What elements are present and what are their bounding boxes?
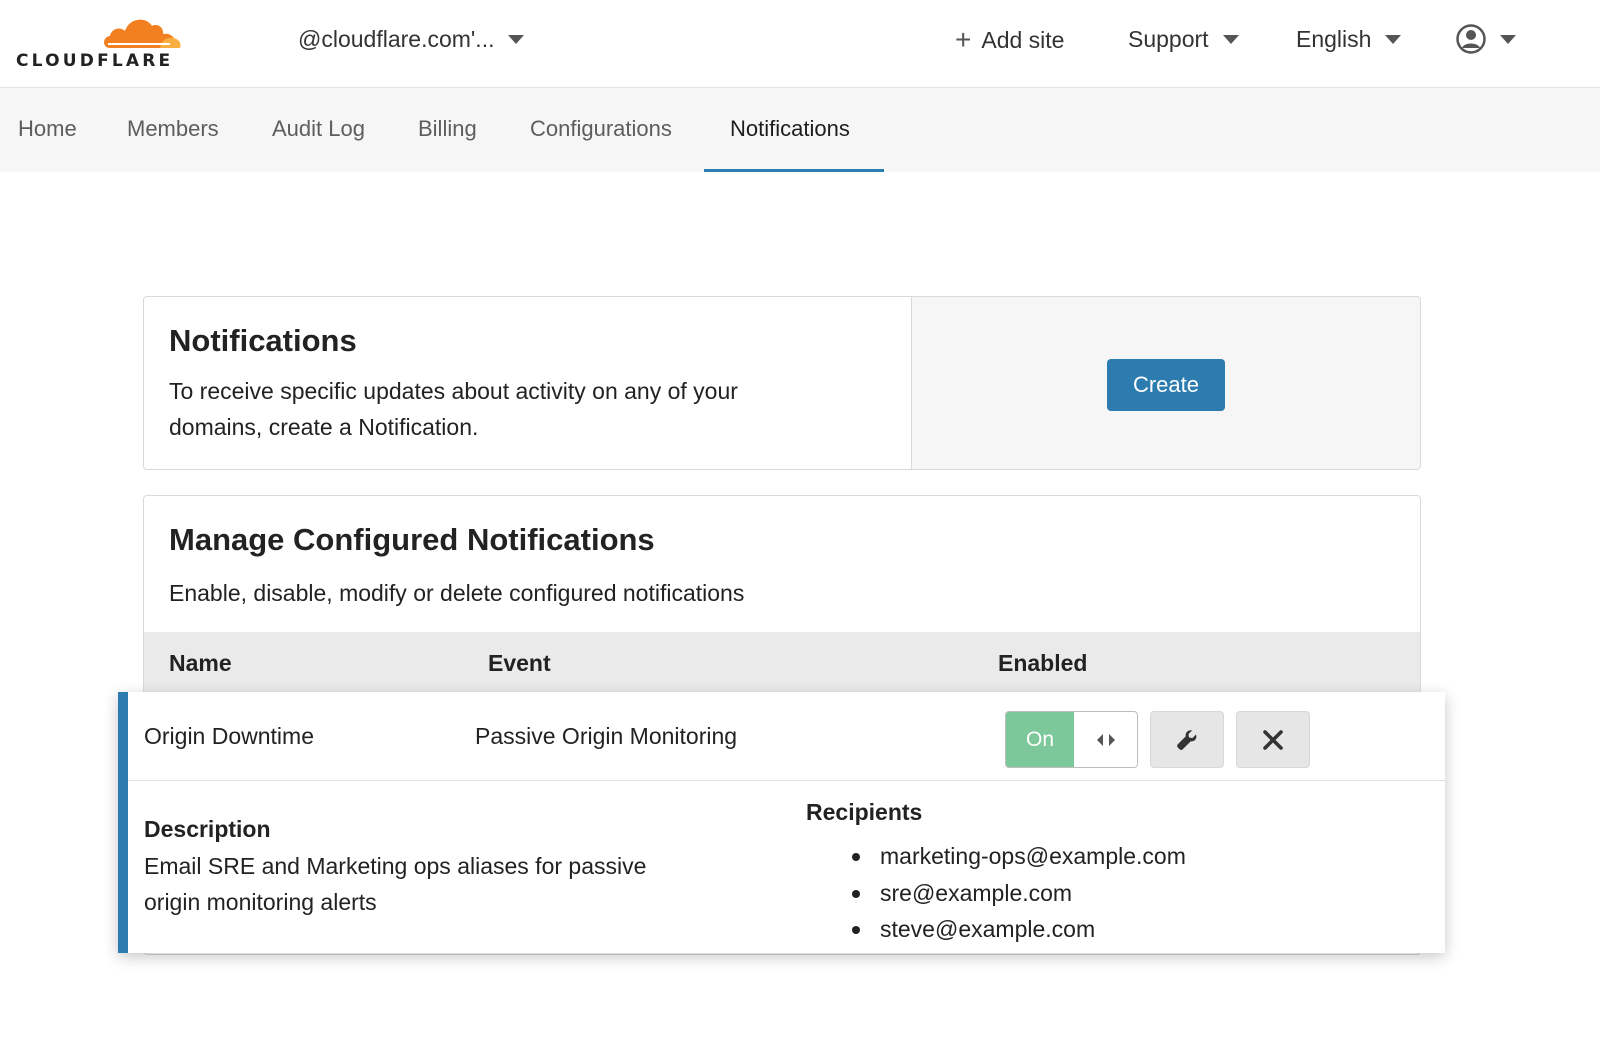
- add-site-label: Add site: [981, 26, 1065, 53]
- list-item: marketing-ops@example.com: [852, 838, 1186, 875]
- support-dropdown[interactable]: Support: [1128, 26, 1239, 53]
- bullet-icon: [852, 926, 860, 934]
- language-dropdown[interactable]: English: [1296, 26, 1402, 53]
- tab-home[interactable]: Home: [18, 88, 77, 172]
- manage-title: Manage Configured Notifications: [169, 522, 655, 557]
- language-label: English: [1296, 26, 1372, 52]
- notifications-description-line2: domains, create a Notification.: [169, 414, 479, 440]
- tab-configurations[interactable]: Configurations: [530, 88, 672, 172]
- add-site-button[interactable]: + Add site: [955, 26, 1064, 54]
- description-line1: Email SRE and Marketing ops aliases for …: [144, 853, 647, 879]
- manage-description: Enable, disable, modify or delete config…: [169, 580, 745, 606]
- table-row-summary: Origin Downtime Passive Origin Monitorin…: [128, 692, 1445, 781]
- chevron-down-icon: [1385, 35, 1402, 44]
- account-label: @cloudflare.com'...: [298, 26, 495, 52]
- account-dropdown[interactable]: @cloudflare.com'...: [298, 26, 525, 53]
- cloudflare-logo-icon: [104, 19, 181, 48]
- bullet-icon: [852, 853, 860, 861]
- table-row[interactable]: Origin Downtime Passive Origin Monitorin…: [118, 692, 1445, 953]
- recipient-email: steve@example.com: [880, 916, 1096, 942]
- description-label: Description: [144, 816, 271, 842]
- notifications-title: Notifications: [169, 323, 357, 358]
- top-bar: CLOUDFLARE @cloudflare.com'... + Add sit…: [0, 0, 1600, 88]
- chevron-down-icon: [1222, 35, 1239, 44]
- notifications-card-body: Notifications To receive specific update…: [144, 297, 912, 469]
- support-label: Support: [1128, 26, 1209, 52]
- toggle-on-label: On: [1006, 712, 1074, 767]
- column-header-name: Name: [169, 650, 232, 676]
- bullet-icon: [852, 889, 860, 898]
- tab-members[interactable]: Members: [127, 88, 219, 172]
- list-item: sre@example.com: [852, 875, 1186, 912]
- notifications-card-action: Create: [912, 297, 1420, 469]
- list-item: steve@example.com: [852, 911, 1186, 948]
- logo-wordmark: CLOUDFLARE: [16, 51, 174, 71]
- chevron-down-icon: [508, 35, 525, 44]
- description-line2: origin monitoring alerts: [144, 889, 377, 915]
- table-header: Name Event Enabled: [144, 632, 1420, 694]
- tab-billing[interactable]: Billing: [418, 88, 477, 172]
- delete-button[interactable]: [1236, 711, 1310, 768]
- edit-button[interactable]: [1150, 711, 1224, 768]
- recipients-label: Recipients: [806, 799, 923, 825]
- notifications-description-line1: To receive specific updates about activi…: [169, 378, 738, 404]
- account-nav: Home Members Audit Log Billing Configura…: [0, 88, 1600, 172]
- notifications-card: Notifications To receive specific update…: [143, 296, 1421, 470]
- enabled-toggle[interactable]: On: [1005, 711, 1138, 768]
- recipients-list: marketing-ops@example.com sre@example.co…: [852, 838, 1186, 948]
- tab-notifications[interactable]: Notifications: [730, 88, 850, 172]
- column-header-enabled: Enabled: [998, 650, 1088, 676]
- user-menu[interactable]: [1456, 24, 1516, 54]
- plus-icon: +: [955, 24, 972, 55]
- chevron-down-icon: [1500, 34, 1516, 44]
- active-tab-indicator: [704, 169, 884, 172]
- toggle-handle: [1074, 712, 1137, 767]
- row-event: Passive Origin Monitoring: [475, 723, 738, 749]
- recipient-email: marketing-ops@example.com: [880, 843, 1186, 869]
- column-header-event: Event: [488, 650, 551, 676]
- close-icon: [1263, 729, 1283, 750]
- wrench-icon: [1177, 729, 1197, 750]
- row-name: Origin Downtime: [144, 723, 314, 749]
- toggle-arrows-icon: [1097, 733, 1115, 746]
- user-icon: [1456, 24, 1486, 54]
- recipient-email: sre@example.com: [880, 879, 1073, 906]
- create-button[interactable]: Create: [1107, 359, 1225, 411]
- cloudflare-logo[interactable]: CLOUDFLARE: [16, 10, 186, 72]
- tab-audit-log[interactable]: Audit Log: [272, 88, 365, 172]
